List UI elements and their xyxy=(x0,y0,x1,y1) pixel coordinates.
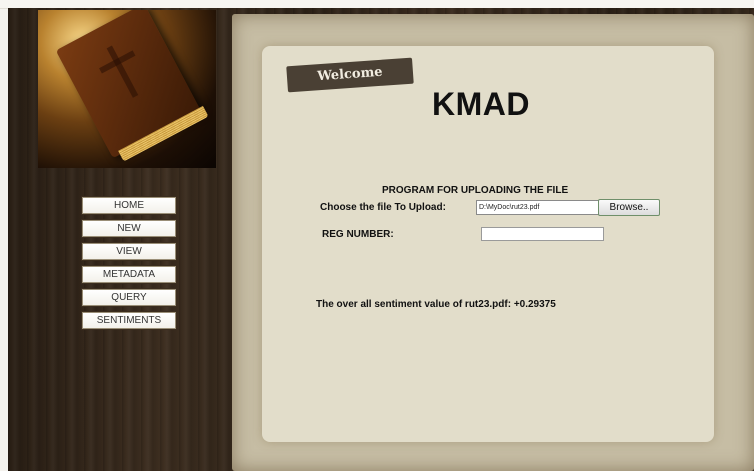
nav-home-button[interactable]: HOME xyxy=(82,197,176,214)
site-title: KMAD xyxy=(432,86,530,122)
book-icon xyxy=(55,10,209,162)
sentiment-result: The over all sentiment value of rut23.pd… xyxy=(316,299,556,310)
file-upload-label: Choose the file To Upload: xyxy=(320,202,446,213)
file-path-input[interactable]: D:\MyDoc\rut23.pdf xyxy=(476,200,599,215)
reg-number-label: REG NUMBER: xyxy=(322,229,394,240)
nav-view-button[interactable]: VIEW xyxy=(82,243,176,260)
nav-new-button[interactable]: NEW xyxy=(82,220,176,237)
browser-viewport: HOME NEW VIEW METADATA QUERY SENTIMENTS … xyxy=(0,0,754,471)
nav-metadata-button[interactable]: METADATA xyxy=(82,266,176,283)
bible-book-image xyxy=(38,10,216,168)
reg-number-input[interactable] xyxy=(481,227,604,241)
upload-heading: PROGRAM FOR UPLOADING THE FILE xyxy=(382,185,569,196)
browse-button[interactable]: Browse.. xyxy=(598,199,660,216)
nav-query-button[interactable]: QUERY xyxy=(82,289,176,306)
nav-sentiments-button[interactable]: SENTIMENTS xyxy=(82,312,176,329)
main-nav: HOME NEW VIEW METADATA QUERY SENTIMENTS xyxy=(82,197,176,335)
